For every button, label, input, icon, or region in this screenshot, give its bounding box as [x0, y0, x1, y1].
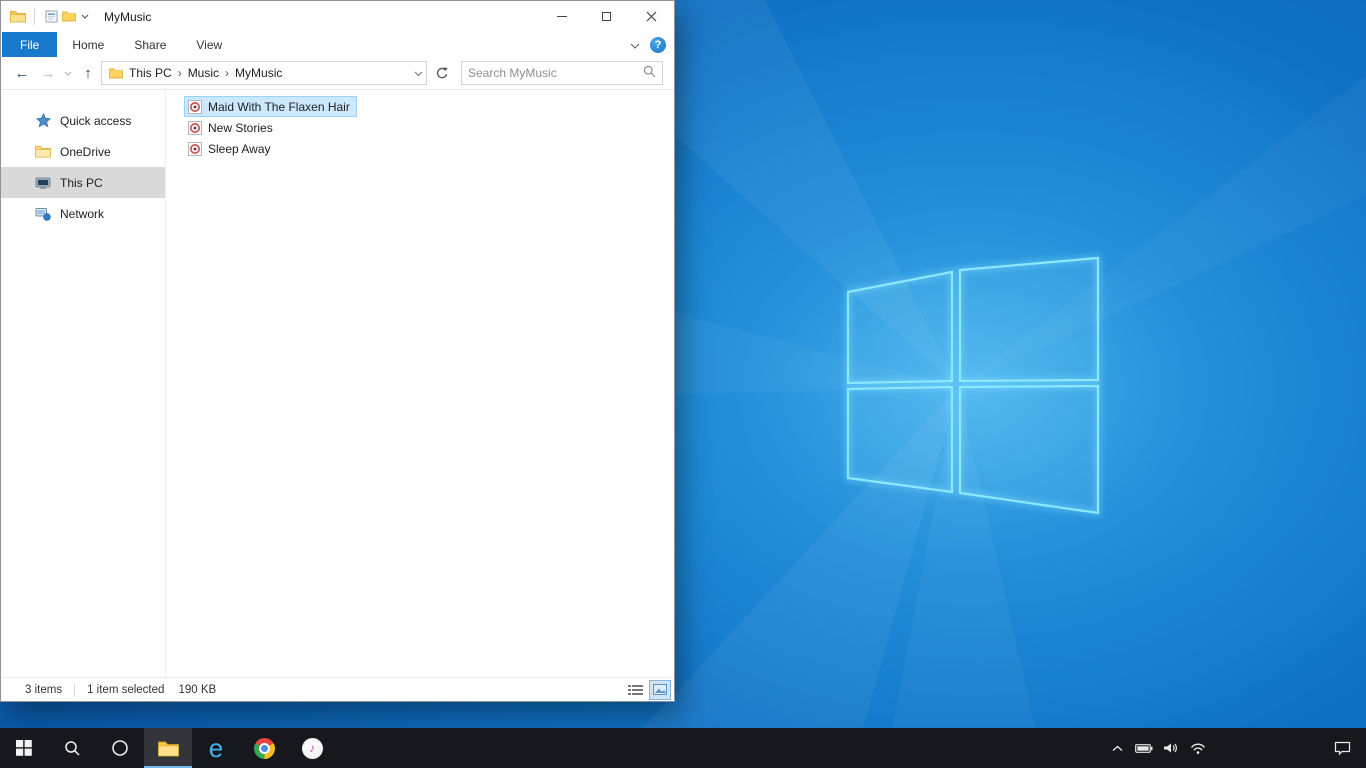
- tray-chevron-up-icon[interactable]: [1107, 728, 1127, 768]
- refresh-icon: [436, 67, 448, 79]
- help-button[interactable]: ?: [650, 36, 666, 53]
- network-icon: [35, 206, 51, 222]
- taskbar-chrome-button[interactable]: [240, 728, 288, 768]
- minimize-icon: [556, 16, 567, 17]
- taskbar-ie-button[interactable]: e: [192, 728, 240, 768]
- cortana-circle-icon: [112, 740, 128, 756]
- status-item-count: 3 items: [25, 683, 63, 696]
- chrome-icon: [253, 737, 275, 759]
- app-folder-icon[interactable]: [9, 8, 27, 26]
- file-name: Maid With The Flaxen Hair: [208, 99, 350, 114]
- sidebar-item-network[interactable]: Network: [1, 198, 165, 229]
- file-item-new-stories[interactable]: New Stories: [184, 117, 280, 138]
- sidebar-label-this-pc: This PC: [60, 175, 103, 190]
- music-file-icon: [187, 120, 203, 136]
- sidebar-item-onedrive[interactable]: OneDrive: [1, 136, 165, 167]
- cortana-button[interactable]: [96, 728, 144, 768]
- status-selection: 1 item selected: [87, 683, 165, 696]
- details-view-icon: [627, 684, 643, 695]
- close-button[interactable]: [629, 1, 674, 32]
- search-input[interactable]: [468, 66, 643, 80]
- recent-locations-chevron-icon[interactable]: [61, 71, 75, 76]
- tab-file[interactable]: File: [2, 32, 58, 57]
- tab-view[interactable]: View: [181, 32, 237, 57]
- battery-icon[interactable]: [1134, 728, 1154, 768]
- address-folder-icon: [108, 65, 124, 81]
- qat-dropdown-chevron-icon[interactable]: [78, 14, 92, 19]
- status-bar: 3 items 1 item selected 190 KB: [1, 677, 674, 701]
- breadcrumb-this-pc[interactable]: This PC: [124, 66, 177, 80]
- system-tray: [1107, 728, 1208, 768]
- sidebar-label-onedrive: OneDrive: [60, 144, 111, 159]
- music-file-icon: [187, 141, 203, 157]
- taskbar-file-explorer-button[interactable]: [144, 728, 192, 768]
- file-name: New Stories: [208, 120, 273, 135]
- refresh-button[interactable]: [429, 61, 453, 85]
- sidebar-label-network: Network: [60, 206, 105, 221]
- forward-button[interactable]: [35, 65, 61, 82]
- onedrive-folder-icon: [35, 144, 51, 160]
- taskbar: e ♪: [0, 728, 1366, 768]
- qat-new-folder-icon[interactable]: [60, 8, 78, 26]
- itunes-icon: ♪: [301, 737, 323, 759]
- desktop[interactable]: MyMusic File Home Share View ? ← → ↑ Thi…: [0, 0, 1366, 768]
- taskbar-itunes-button[interactable]: ♪: [288, 728, 336, 768]
- taskbar-search-button[interactable]: [48, 728, 96, 768]
- breadcrumb-mymusic[interactable]: MyMusic: [230, 66, 287, 80]
- sidebar-label-quick-access: Quick access: [60, 113, 132, 128]
- ribbon-tabs: File Home Share View ?: [1, 32, 674, 57]
- maximize-icon: [602, 12, 611, 21]
- file-item-maid-with-the-flaxen-hair[interactable]: Maid With The Flaxen Hair: [184, 96, 357, 117]
- navigation-toolbar: This PC Music MyMusic: [1, 57, 674, 90]
- action-center-icon: [1334, 741, 1350, 756]
- internet-explorer-icon: e: [208, 733, 224, 763]
- this-pc-icon: [35, 175, 51, 191]
- file-explorer-icon: [157, 741, 179, 756]
- window-title: MyMusic: [104, 9, 152, 24]
- breadcrumb-music[interactable]: Music: [183, 66, 224, 80]
- close-icon: [646, 11, 657, 22]
- action-center-button[interactable]: [1324, 728, 1360, 768]
- address-dropdown-chevron-icon[interactable]: [414, 66, 423, 80]
- search-icon: [64, 740, 80, 756]
- quick-access-star-icon: [35, 113, 51, 129]
- navigation-pane: Quick access OneDrive This PC Network: [1, 90, 166, 677]
- maximize-button[interactable]: [584, 1, 629, 32]
- file-explorer-window: MyMusic File Home Share View ? ← → ↑ Thi…: [0, 0, 675, 702]
- titlebar[interactable]: MyMusic: [1, 1, 674, 32]
- file-item-sleep-away[interactable]: Sleep Away: [184, 138, 278, 159]
- qat-properties-icon[interactable]: [42, 8, 60, 26]
- minimize-button[interactable]: [539, 1, 584, 32]
- large-icons-view-button[interactable]: [649, 679, 671, 700]
- search-box[interactable]: [461, 61, 663, 85]
- search-icon: [643, 65, 656, 81]
- back-button[interactable]: [9, 65, 35, 82]
- up-button[interactable]: [75, 65, 101, 82]
- file-name: Sleep Away: [208, 141, 271, 156]
- status-selection-size: 190 KB: [178, 683, 217, 696]
- details-view-button[interactable]: [624, 680, 646, 700]
- tab-home[interactable]: Home: [57, 32, 119, 57]
- large-icons-view-icon: [653, 684, 667, 695]
- tab-share[interactable]: Share: [119, 32, 181, 57]
- sidebar-item-quick-access[interactable]: Quick access: [1, 105, 165, 136]
- ribbon-expand-chevron-icon[interactable]: [630, 38, 640, 52]
- status-divider: [74, 682, 76, 697]
- sidebar-item-this-pc[interactable]: This PC: [1, 167, 165, 198]
- music-file-icon: [187, 99, 203, 115]
- start-button[interactable]: [0, 728, 48, 768]
- volume-icon[interactable]: [1161, 728, 1181, 768]
- titlebar-separator: [34, 8, 35, 25]
- wifi-icon[interactable]: [1188, 728, 1208, 768]
- file-list[interactable]: Maid With The Flaxen Hair New Stories Sl…: [166, 90, 674, 677]
- address-bar[interactable]: This PC Music MyMusic: [101, 61, 427, 85]
- windows-logo-icon: [16, 740, 32, 756]
